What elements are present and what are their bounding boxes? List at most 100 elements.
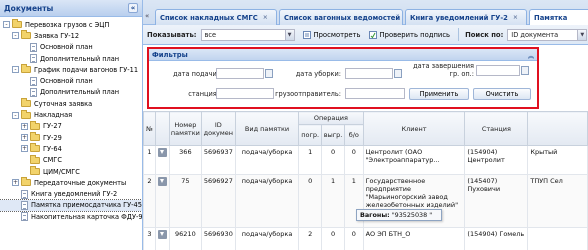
search-by-select[interactable]: ID документа ▼ xyxy=(507,28,588,41)
filters-header[interactable]: Фильтры ︽ xyxy=(149,49,537,61)
unload-count: 1 xyxy=(321,174,346,228)
col-header-extra[interactable] xyxy=(527,111,588,146)
tab-smgs-list[interactable]: Список накладных СМГС × xyxy=(155,9,277,25)
tab-memo[interactable]: Памятка xyxy=(529,9,588,25)
tab-scroll-left-icon[interactable]: « xyxy=(145,12,153,22)
download-cell xyxy=(154,174,170,228)
sidebar-item-label: Основной план xyxy=(40,77,93,86)
close-icon[interactable]: × xyxy=(263,14,268,21)
collapse-node-icon[interactable]: - xyxy=(12,111,19,119)
memo-number: 75 xyxy=(168,174,202,228)
calendar-icon[interactable] xyxy=(521,66,529,75)
sidebar-item[interactable]: Памятка приемосдатчика ГУ-45 xyxy=(0,198,142,213)
sidebar-item[interactable]: Дополнительный план xyxy=(0,87,142,98)
download-icon[interactable] xyxy=(157,148,167,157)
filters-title: Фильтры xyxy=(152,51,188,59)
table-row[interactable]: 3 96210 5696930 подача/уборка 2 0 0 АО Э… xyxy=(143,227,588,250)
document-id: 5696927 xyxy=(200,174,236,228)
collapse-sidebar-icon[interactable]: « xyxy=(128,3,138,13)
col-header-num[interactable]: № xyxy=(143,111,156,146)
col-header-client[interactable]: Клиент xyxy=(362,111,466,146)
filters-panel: Фильтры ︽ дата подачи: дата уборки: дата… xyxy=(147,47,539,109)
chevron-down-icon[interactable]: ▼ xyxy=(284,29,294,40)
sidebar-item-label: ГУ-64 xyxy=(43,144,62,153)
collapse-node-icon[interactable]: - xyxy=(12,32,19,40)
sidebar-item[interactable]: Суточная заявка xyxy=(0,98,142,109)
sidebar-item[interactable]: + ГУ-64 xyxy=(0,143,142,154)
tab-wagon-statements[interactable]: Список вагонных ведомостей × xyxy=(279,9,410,25)
sidebar-item[interactable]: - График подачи вагонов ГУ-11 xyxy=(0,64,142,75)
sidebar-item[interactable]: + ГУ-29 xyxy=(0,132,142,143)
station-input[interactable] xyxy=(216,88,274,99)
sidebar-item-label: Дополнительный план xyxy=(40,88,120,97)
clear-button[interactable]: Очистить xyxy=(473,88,531,100)
sidebar-item[interactable]: Дополнительный план xyxy=(0,53,142,64)
date-cleanup-input[interactable] xyxy=(345,68,393,79)
sidebar-item-label: Накопительная карточка ФДУ-92 xyxy=(31,212,143,221)
date-delivery-input[interactable] xyxy=(216,68,264,79)
sidebar-item[interactable]: ЦИМ/СМГС xyxy=(0,166,142,177)
col-header-unload[interactable]: выгр. xyxy=(321,124,346,146)
tab-label: Список накладных СМГС xyxy=(160,13,258,22)
sidebar-item[interactable]: Накопительная карточка ФДУ-92 xyxy=(0,211,142,222)
sidebar-item-label: Заявка ГУ-12 xyxy=(34,31,80,40)
sidebar-item-label: Накладная xyxy=(34,111,73,120)
calendar-icon[interactable] xyxy=(394,69,402,78)
download-icon[interactable] xyxy=(157,230,167,239)
station-cell: (145407) Пуховичи xyxy=(464,174,529,228)
sidebar-item[interactable]: Книга уведомлений ГУ-2 xyxy=(0,188,142,199)
document-icon xyxy=(21,200,28,210)
apply-button[interactable]: Применить xyxy=(409,88,469,100)
expand-node-icon[interactable]: + xyxy=(12,179,19,187)
document-icon xyxy=(30,54,37,64)
sidebar-item[interactable]: СМГС xyxy=(0,154,142,166)
tab-notification-book[interactable]: Книга уведомлений ГУ-2 × xyxy=(405,9,527,25)
collapse-node-icon[interactable]: - xyxy=(3,21,10,29)
collapse-node-icon[interactable]: - xyxy=(12,66,19,74)
filters-body: дата подачи: дата уборки: дата завершени… xyxy=(149,61,537,107)
tab-label: Книга уведомлений ГУ-2 xyxy=(410,13,508,22)
expand-node-icon[interactable]: + xyxy=(21,134,28,142)
chevron-down-icon[interactable]: ▼ xyxy=(577,29,587,40)
documents-sidebar: Документы « - Перевозка грузов с ЭЦП - Заяв… xyxy=(0,0,143,250)
bo-count: 0 xyxy=(344,145,364,175)
calendar-icon[interactable] xyxy=(265,69,273,78)
show-filter-select[interactable]: все ▼ xyxy=(200,28,295,41)
sidebar-item[interactable]: - Заявка ГУ-12 xyxy=(0,30,142,41)
sidebar-item[interactable]: - Накладная xyxy=(0,109,142,120)
verify-signature-button[interactable]: Проверить подпись xyxy=(368,30,450,39)
date-cleanup-label: дата уборки: xyxy=(295,70,341,78)
table-row[interactable]: 1 366 5696937 подача/уборка 1 0 0 Центро… xyxy=(143,145,588,175)
col-header-type[interactable]: Вид памятки xyxy=(234,111,300,146)
client-cell: АО ЭП БТН_О xyxy=(362,227,466,250)
expand-node-icon[interactable]: + xyxy=(21,145,28,153)
col-header-id[interactable]: ID докумен xyxy=(200,111,236,146)
row-num: 3 xyxy=(143,227,156,250)
sidebar-item[interactable]: + Передаточные документы xyxy=(0,177,142,188)
col-header-load[interactable]: погр. xyxy=(298,124,323,146)
sidebar-item[interactable]: Основной план xyxy=(0,42,142,53)
station-cell: (154904) Гомель xyxy=(464,227,529,250)
folder-icon xyxy=(12,19,22,29)
col-header-memo-number[interactable]: Номер памятки xyxy=(168,111,202,146)
sidebar-item-label: График подачи вагонов ГУ-11 xyxy=(34,65,139,74)
view-button[interactable]: Просмотреть xyxy=(302,30,361,39)
memo-table: № Номер памятки ID докумен Вид памятки О… xyxy=(143,111,588,250)
col-header-bo[interactable]: б/о xyxy=(344,124,364,146)
tab-label: Список вагонных ведомостей xyxy=(284,13,401,22)
sidebar-item[interactable]: - Перевозка грузов с ЭЦП xyxy=(0,19,142,30)
document-tree: - Перевозка грузов с ЭЦП - Заявка ГУ-12 Осно… xyxy=(0,17,142,222)
memo-type: подача/уборка xyxy=(234,227,300,250)
expand-node-icon[interactable]: + xyxy=(21,122,28,130)
toolbar-separator xyxy=(458,28,460,41)
unload-count: 0 xyxy=(321,145,346,175)
shipper-input[interactable] xyxy=(345,88,405,99)
station-cell: (154904) Центролит xyxy=(464,145,529,175)
date-finish-input[interactable] xyxy=(476,65,520,76)
sidebar-item[interactable]: Основной план xyxy=(0,75,142,86)
close-icon[interactable]: × xyxy=(513,14,518,21)
col-header-station[interactable]: Станция xyxy=(464,111,529,146)
sidebar-item[interactable]: + ГУ-27 xyxy=(0,120,142,132)
sidebar-item-label: Перевозка грузов с ЭЦП xyxy=(25,20,110,29)
download-icon[interactable] xyxy=(157,177,167,186)
